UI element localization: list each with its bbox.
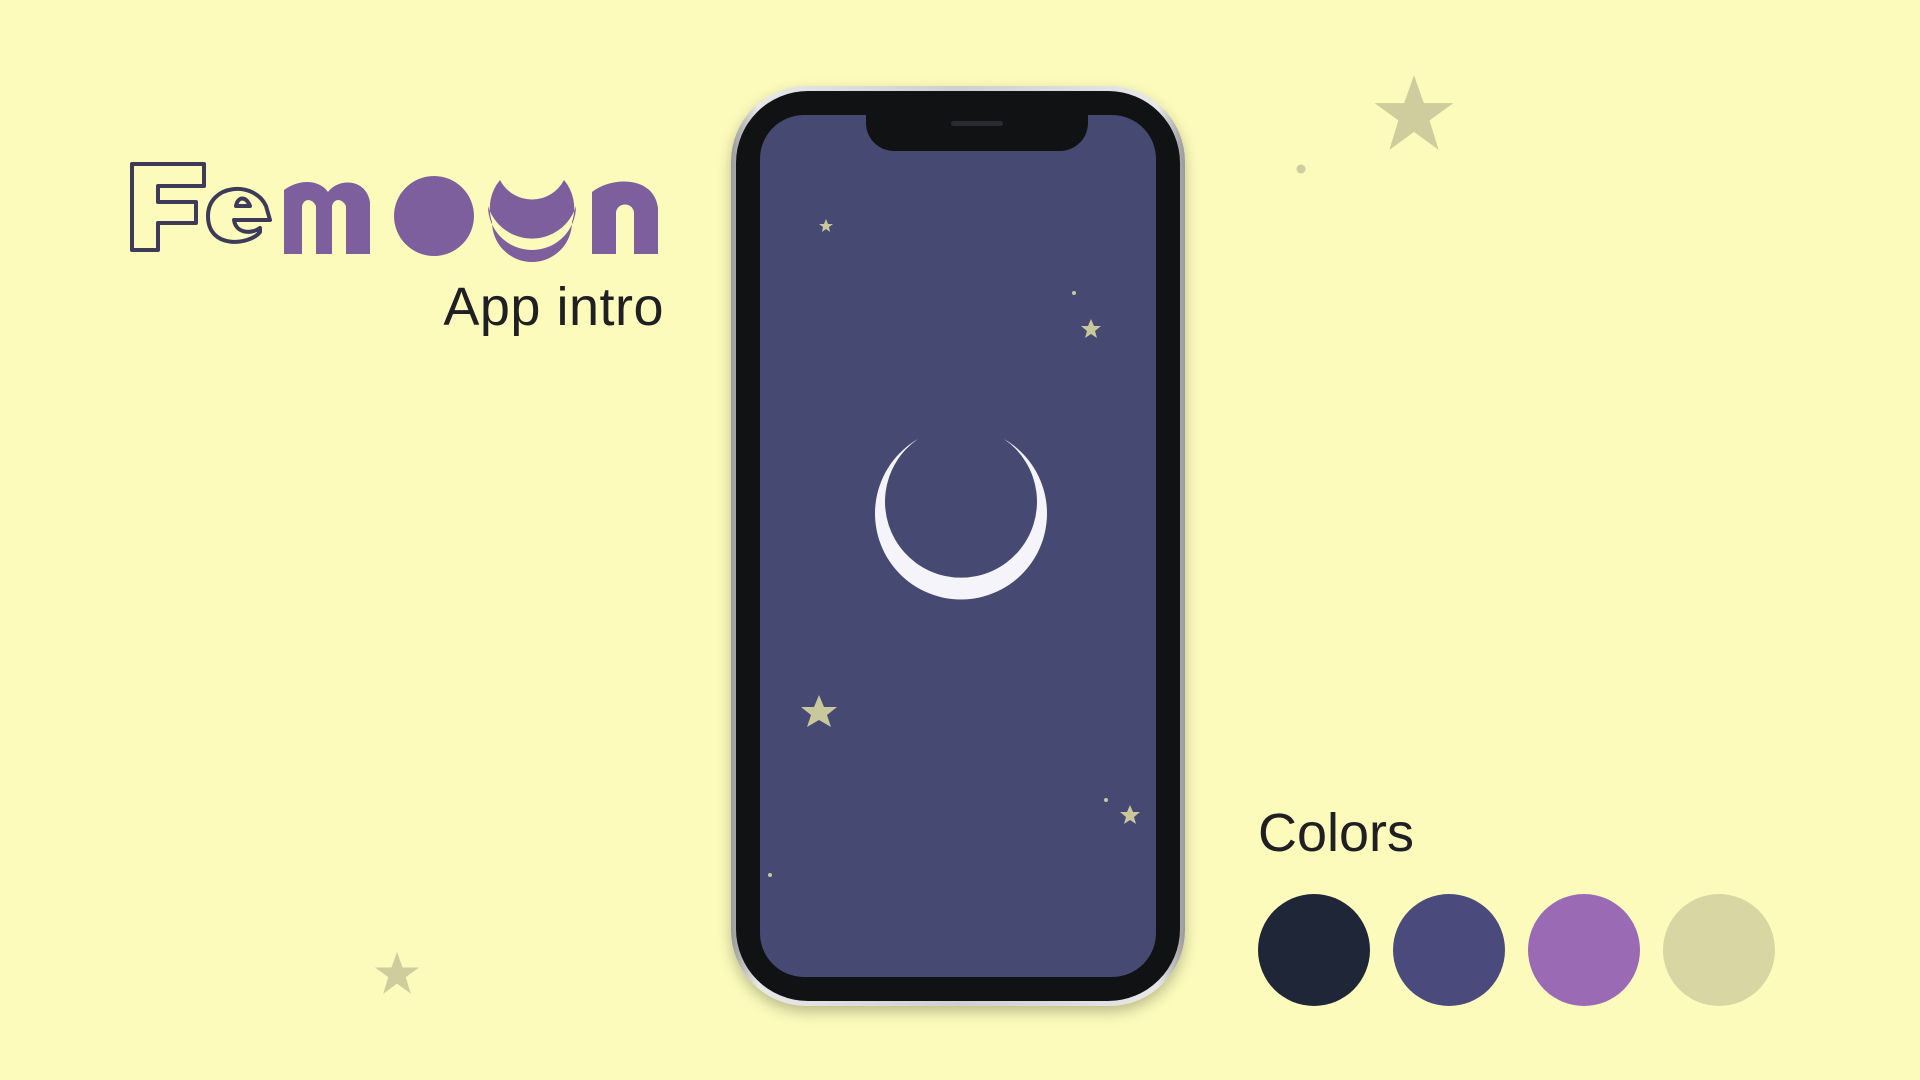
tiny-star-icon: [819, 219, 833, 232]
color-swatch-indigo: [1393, 894, 1505, 1006]
small-star-icon: [374, 951, 420, 994]
dot-icon: [1296, 164, 1306, 174]
small-star-icon: [1081, 319, 1101, 338]
color-swatch-khaki: [1663, 894, 1775, 1006]
large-star-icon: [1374, 75, 1454, 150]
phone-mockup: [731, 86, 1185, 1006]
small-star-icon: [1120, 805, 1140, 824]
medium-star-icon: [801, 695, 837, 727]
dot-icon: [768, 873, 772, 877]
colors-heading: Colors: [1258, 803, 1415, 863]
color-swatch-dark-navy: [1258, 894, 1370, 1006]
crescent-moon-icon: [875, 439, 1047, 600]
screen-graphics: [768, 219, 1140, 877]
dot-icon: [1104, 798, 1108, 802]
color-swatch-purple: [1528, 894, 1640, 1006]
femoon-logo: [130, 162, 658, 262]
phone-screen: [760, 115, 1156, 977]
page-subtitle: App intro: [443, 277, 664, 337]
phone-notch: [866, 115, 1088, 151]
speaker-grille: [951, 121, 1003, 126]
phone-bezel: [736, 91, 1180, 1001]
dot-icon: [1072, 291, 1076, 295]
